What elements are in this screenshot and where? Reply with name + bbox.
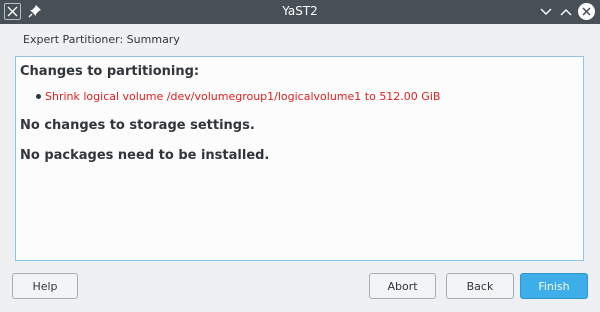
- maximize-button[interactable]: [557, 3, 575, 21]
- bullet-icon: [36, 94, 41, 99]
- window-title: YaST2: [282, 4, 318, 18]
- close-icon: [582, 7, 591, 16]
- chevron-up-icon: [560, 9, 572, 16]
- packages-message: No packages need to be installed.: [20, 148, 270, 163]
- back-button[interactable]: Back: [446, 273, 514, 299]
- summary-panel[interactable]: Changes to partitioning: Shrink logical …: [15, 56, 584, 261]
- window-titlebar: YaST2: [0, 0, 600, 24]
- help-button[interactable]: Help: [12, 273, 78, 299]
- finish-button[interactable]: Finish: [520, 273, 588, 299]
- change-item-text: Shrink logical volume /dev/volumegroup1/…: [45, 90, 441, 103]
- dialog-heading: Expert Partitioner: Summary: [23, 33, 180, 46]
- abort-button[interactable]: Abort: [369, 273, 436, 299]
- change-list-item: Shrink logical volume /dev/volumegroup1/…: [36, 90, 441, 103]
- storage-message: No changes to storage settings.: [20, 118, 255, 133]
- chevron-down-icon: [540, 8, 552, 15]
- changes-heading: Changes to partitioning:: [20, 64, 200, 79]
- minimize-button[interactable]: [537, 3, 555, 21]
- close-button[interactable]: [578, 3, 595, 20]
